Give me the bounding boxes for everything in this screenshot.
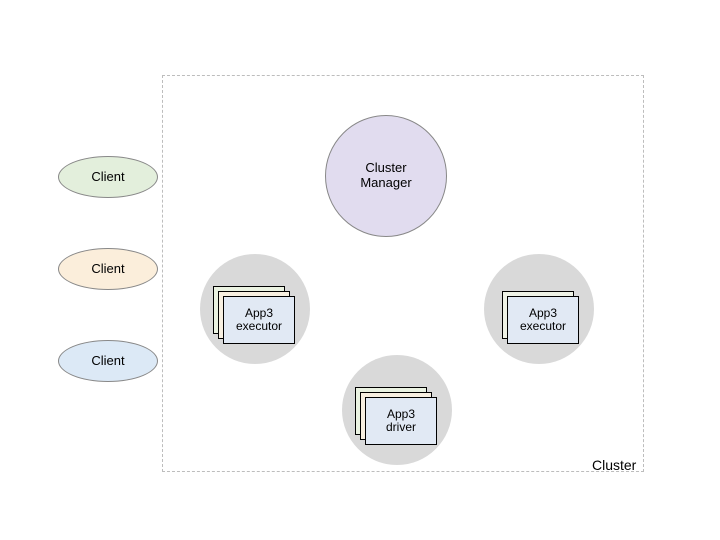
client-node-1: Client	[58, 156, 158, 198]
client-3-label: Client	[91, 354, 124, 369]
app3-executor-tile-2: App3 executor	[507, 296, 579, 344]
app3-executor-1-label: App3 executor	[236, 307, 282, 333]
app3-executor-2-label: App3 executor	[520, 307, 566, 333]
app3-executor-tile-1: App3 executor	[223, 296, 295, 344]
cluster-manager-label: Cluster Manager	[360, 161, 411, 191]
cluster-label: Cluster	[592, 457, 636, 473]
client-node-3: Client	[58, 340, 158, 382]
app3-driver-tile: App3 driver	[365, 397, 437, 445]
client-1-label: Client	[91, 170, 124, 185]
executor-stack-2: App3 executor	[497, 286, 581, 346]
diagram-canvas: Client Client Client Cluster Manager App…	[0, 0, 720, 540]
client-2-label: Client	[91, 262, 124, 277]
app3-driver-label: App3 driver	[386, 408, 416, 434]
executor-stack-1: App3 executor	[213, 286, 297, 346]
driver-stack: App3 driver	[355, 387, 439, 447]
client-node-2: Client	[58, 248, 158, 290]
cluster-manager-node: Cluster Manager	[325, 115, 447, 237]
